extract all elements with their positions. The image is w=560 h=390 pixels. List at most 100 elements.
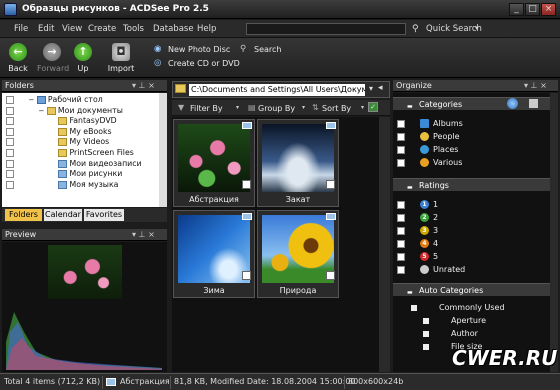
thumbnail-abstraction[interactable]: Абстракция [173, 119, 255, 207]
tree-row-printscreen[interactable]: PrintScreen Files [6, 148, 156, 159]
forward-button[interactable]: → Forward [37, 43, 69, 73]
checkbox[interactable] [397, 201, 405, 209]
close-button[interactable]: × [541, 3, 556, 16]
tab-calendar[interactable]: Calendar [44, 209, 82, 221]
tree-row-desktop[interactable]: − Рабочий стол [6, 95, 156, 106]
collapse-icon[interactable]: ▬ [407, 181, 413, 194]
checkbox[interactable] [397, 146, 405, 154]
new-photo-disc-button[interactable]: New Photo Disc [168, 45, 230, 54]
go-up-icon[interactable]: ◂ [378, 83, 383, 93]
pin-icon[interactable]: ▾ ⊥ × [132, 230, 155, 239]
back-button[interactable]: ← Back [5, 43, 31, 73]
various-icon [420, 158, 429, 167]
tree-row-my-ebooks[interactable]: My eBooks [6, 127, 156, 138]
tree-row-my-videos[interactable]: My Videos [6, 137, 156, 148]
checkbox[interactable] [6, 138, 14, 147]
globe-icon[interactable] [507, 98, 518, 109]
quick-search-input[interactable] [246, 23, 406, 35]
checkbox[interactable] [397, 120, 405, 128]
tree-row-my-pictures[interactable]: Мои рисунки [6, 169, 156, 180]
tree-row-my-music[interactable]: Моя музыка [6, 180, 156, 191]
filter-by-button[interactable]: Filter By [190, 104, 223, 113]
path-input[interactable]: C:\Documents and Settings\All Users\Доку… [189, 84, 365, 96]
checkbox[interactable] [397, 159, 405, 167]
import-button[interactable]: ◘ Import [106, 43, 136, 73]
checkbox[interactable] [6, 127, 14, 136]
tree-row-my-documents[interactable]: − Мои документы [6, 106, 156, 117]
search-button[interactable]: Search [254, 45, 281, 54]
pin-icon[interactable]: ▾ ⊥ × [524, 81, 547, 90]
thumbnail-sunset[interactable]: Закат [257, 119, 339, 207]
sort-by-button[interactable]: Sort By [322, 104, 351, 113]
menu-file[interactable]: File [14, 24, 28, 34]
tab-favorites[interactable]: Favorites [84, 209, 124, 221]
collapse-icon[interactable]: ▬ [407, 100, 413, 113]
rating-unrated[interactable]: Unrated [393, 263, 550, 276]
organize-scrollbar[interactable] [550, 93, 558, 372]
binoculars-icon[interactable]: ⚲ [412, 24, 419, 34]
checkbox[interactable] [6, 159, 14, 168]
thumbnail-checkbox[interactable] [242, 180, 251, 189]
menu-help[interactable]: Help [197, 24, 216, 34]
auto-categories-header[interactable]: ▬ Auto Categories [393, 283, 550, 297]
chevron-down-icon[interactable]: ▾ [475, 24, 479, 32]
checkbox[interactable] [397, 214, 405, 222]
checkbox[interactable] [397, 240, 405, 248]
folder-tree-scrollbar[interactable] [159, 93, 167, 207]
checkbox[interactable] [6, 96, 14, 104]
auto-author[interactable]: Author [393, 327, 550, 340]
checkbox[interactable] [397, 266, 405, 274]
ratings-header[interactable]: ▬ Ratings [393, 178, 550, 192]
tree-row-fantasydvd[interactable]: FantasyDVD [6, 116, 156, 127]
thumbnail-scrollbar[interactable] [379, 117, 390, 372]
thumbnail-checkbox[interactable] [242, 271, 251, 280]
category-various[interactable]: Various [393, 156, 550, 169]
menu-edit[interactable]: Edit [38, 24, 54, 34]
categories-header[interactable]: ▬ Categories [393, 97, 550, 111]
group-by-button[interactable]: Group By [258, 104, 295, 113]
pin-icon[interactable]: ▾ ⊥ × [132, 81, 155, 90]
expand-icon[interactable] [423, 331, 429, 337]
menu-database[interactable]: Database [153, 24, 194, 34]
rating-1[interactable]: 11 [393, 198, 550, 211]
thumbnail-winter[interactable]: Зима [173, 210, 255, 298]
path-dropdown-icon[interactable]: ▾ [369, 84, 373, 93]
maximize-button[interactable]: □ [525, 3, 540, 16]
expand-icon[interactable] [423, 344, 429, 350]
minimize-button[interactable]: _ [509, 3, 524, 16]
thumbnail-checkbox[interactable] [326, 271, 335, 280]
checkbox[interactable] [6, 148, 14, 157]
tree-row-my-video-records[interactable]: Мои видеозаписи [6, 159, 156, 170]
rating-2[interactable]: 22 [393, 211, 550, 224]
rating-3[interactable]: 33 [393, 224, 550, 237]
menu-create[interactable]: Create [88, 24, 116, 34]
category-albums[interactable]: Albums [393, 117, 550, 130]
thumbnail-checkbox[interactable] [326, 180, 335, 189]
quick-search-label[interactable]: Quick Search [426, 24, 482, 34]
auto-commonly-used[interactable]: Commonly Used [393, 301, 550, 314]
menu-view[interactable]: View [62, 24, 82, 34]
checkbox[interactable] [397, 133, 405, 141]
collapse-icon[interactable]: ▬ [407, 286, 413, 299]
auto-aperture[interactable]: Aperture [393, 314, 550, 327]
checkbox[interactable] [397, 227, 405, 235]
auto-category-label: Author [451, 329, 478, 338]
select-all-icon[interactable]: ✓ [368, 102, 378, 112]
rating-5[interactable]: 55 [393, 250, 550, 263]
up-button[interactable]: ↑ Up [70, 43, 96, 73]
tab-folders[interactable]: Folders [5, 209, 42, 221]
expand-icon[interactable] [411, 305, 417, 311]
create-cd-button[interactable]: Create CD or DVD [168, 59, 240, 68]
checkbox[interactable] [6, 106, 14, 115]
rating-4[interactable]: 44 [393, 237, 550, 250]
menu-tools[interactable]: Tools [123, 24, 144, 34]
checkbox[interactable] [397, 253, 405, 261]
checkbox[interactable] [6, 170, 14, 179]
new-category-icon[interactable] [529, 99, 538, 108]
thumbnail-nature[interactable]: Природа [257, 210, 339, 298]
category-places[interactable]: Places [393, 143, 550, 156]
checkbox[interactable] [6, 117, 14, 126]
category-people[interactable]: People [393, 130, 550, 143]
expand-icon[interactable] [423, 318, 429, 324]
checkbox[interactable] [6, 180, 14, 189]
